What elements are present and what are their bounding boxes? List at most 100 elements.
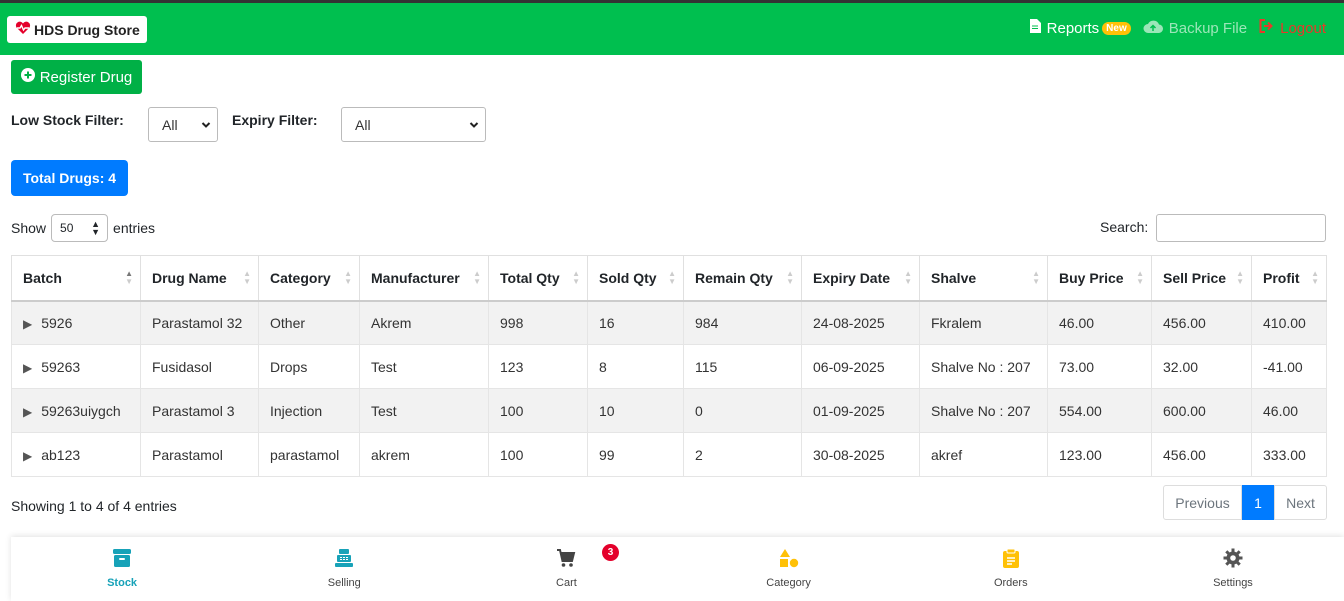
column-header[interactable]: Category ▲ ▼ [258,255,360,302]
pagination: Previous 1 Next [1163,485,1327,520]
column-header[interactable]: Sold Qty ▲ ▼ [587,255,684,302]
sort-icon: ▲ ▼ [1311,269,1319,286]
column-header-label: Profit [1263,269,1300,286]
sort-icon: ▲ ▼ [1236,269,1244,286]
cart-count-badge: 3 [602,544,619,561]
table-cell: 998 [488,300,588,345]
table-cell: 73.00 [1047,344,1152,389]
low-stock-filter-select[interactable]: All [148,107,218,142]
table-cell: Shalve No : 207 [919,388,1048,433]
table-cell: Drops [258,344,360,389]
file-icon [1029,19,1041,37]
table-cell: 600.00 [1151,388,1252,433]
sort-icon: ▲ ▼ [786,269,794,286]
clipboard-icon [1001,548,1021,571]
bottom-nav-orders[interactable]: Orders [900,537,1122,601]
sort-icon: ▲ ▼ [1136,269,1144,286]
table-row[interactable]: ▶ 59263uiygch Parastamol 3 Injection Test… [11,388,1327,433]
expand-row-icon[interactable]: ▶ [23,449,32,463]
bottom-nav-settings[interactable]: Settings [1122,537,1344,601]
table-cell[interactable]: ▶ ab123 [11,432,141,477]
table-cell[interactable]: ▶ 59263 [11,344,141,389]
column-header[interactable]: Profit ▲ ▼ [1251,255,1327,302]
sort-asc-icon: ▲ ▼ [125,269,133,286]
column-header[interactable]: Manufacturer ▲ ▼ [359,255,489,302]
expiry-filter-label: Expiry Filter: [232,112,318,128]
bottom-nav-label: Category [766,577,811,589]
table-row[interactable]: ▶ ab123 Parastamol parastamol akrem 100 9… [11,432,1327,477]
table-cell: 24-08-2025 [801,300,920,345]
table-cell: 0 [683,388,802,433]
column-header[interactable]: Sell Price ▲ ▼ [1151,255,1252,302]
register-drug-label: Register Drug [39,68,133,86]
bottom-nav-label: Orders [993,577,1028,589]
table-cell[interactable]: ▶ 59263uiygch [11,388,141,433]
total-drugs-badge: Total Drugs: 4 [11,160,128,196]
table-header-row: Batch ▲ ▼ Drug Name ▲ ▼ Category ▲ ▼ Manufactu… [11,255,1327,302]
table-cell: Parastamol [140,432,259,477]
table-cell: Test [359,388,489,433]
column-header-label: Sell Price [1163,269,1227,286]
table-cell: akrem [359,432,489,477]
sort-icon: ▲ ▼ [572,269,580,286]
cell-text: 59263uiygch [41,402,121,419]
sort-arrows-icon: ▲ ▼ [91,219,101,237]
table-cell: Parastamol 3 [140,388,259,433]
cell-text: ab123 [41,446,81,463]
table-info: Showing 1 to 4 of 4 entries [11,498,177,514]
table-cell: 99 [587,432,684,477]
table-cell: 333.00 [1251,432,1327,477]
register-drug-button[interactable]: Register Drug [11,60,142,94]
column-header-label: Sold Qty [599,269,657,286]
bottom-nav-category[interactable]: Category [678,537,900,601]
bottom-nav-cart[interactable]: Cart [455,537,677,601]
table-row[interactable]: ▶ 59263 Fusidasol Drops Test 123 8 115 06… [11,344,1327,389]
column-header[interactable]: Drug Name ▲ ▼ [140,255,259,302]
expiry-filter-select[interactable]: All [341,107,486,142]
reports-label: Reports [1046,19,1100,37]
next-page-button[interactable]: Next [1274,485,1327,520]
expand-row-icon[interactable]: ▶ [23,317,32,331]
entries-control: Show 50 ▲ ▼ entries [11,214,155,242]
bottom-nav-selling[interactable]: Selling [233,537,455,601]
table-cell: 2 [683,432,802,477]
table-row[interactable]: ▶ 5926 Parastamol 32 Other Akrem 998 16 9… [11,300,1327,345]
backup-link[interactable]: Backup File [1143,19,1247,37]
column-header[interactable]: Batch ▲ ▼ [11,255,141,302]
column-header-label: Buy Price [1059,269,1124,286]
expand-row-icon[interactable]: ▶ [23,405,32,419]
table-cell: -41.00 [1251,344,1327,389]
table-cell: Other [258,300,360,345]
bottom-nav-stock[interactable]: Stock [11,537,233,601]
page-1-button[interactable]: 1 [1242,485,1274,520]
brand-name: HDS Drug Store [34,21,140,38]
table-cell: Test [359,344,489,389]
brand[interactable]: HDS Drug Store [7,16,147,43]
column-header-label: Expiry Date [813,269,891,286]
column-header[interactable]: Shalve ▲ ▼ [919,255,1048,302]
table-cell: 123.00 [1047,432,1152,477]
table-cell: 115 [683,344,802,389]
table-cell: 8 [587,344,684,389]
table-cell: 100 [488,432,588,477]
reports-link[interactable]: Reports New [1029,19,1131,37]
search-input[interactable] [1156,214,1326,242]
column-header[interactable]: Remain Qty ▲ ▼ [683,255,802,302]
column-header[interactable]: Buy Price ▲ ▼ [1047,255,1152,302]
table-cell: 32.00 [1151,344,1252,389]
logout-link[interactable]: Logout [1259,19,1326,37]
sort-icon: ▲ ▼ [473,269,481,286]
entries-length-select[interactable]: 50 ▲ ▼ [51,214,109,242]
column-header[interactable]: Total Qty ▲ ▼ [488,255,588,302]
table-cell: 16 [587,300,684,345]
table-cell: 554.00 [1047,388,1152,433]
expand-row-icon[interactable]: ▶ [23,361,32,375]
table-cell: Injection [258,388,360,433]
previous-page-button[interactable]: Previous [1163,485,1242,520]
table-cell: 30-08-2025 [801,432,920,477]
table-cell: 01-09-2025 [801,388,920,433]
sort-icon: ▲ ▼ [1032,269,1040,286]
column-header-label: Remain Qty [695,269,773,286]
column-header[interactable]: Expiry Date ▲ ▼ [801,255,920,302]
table-cell[interactable]: ▶ 5926 [11,300,141,345]
